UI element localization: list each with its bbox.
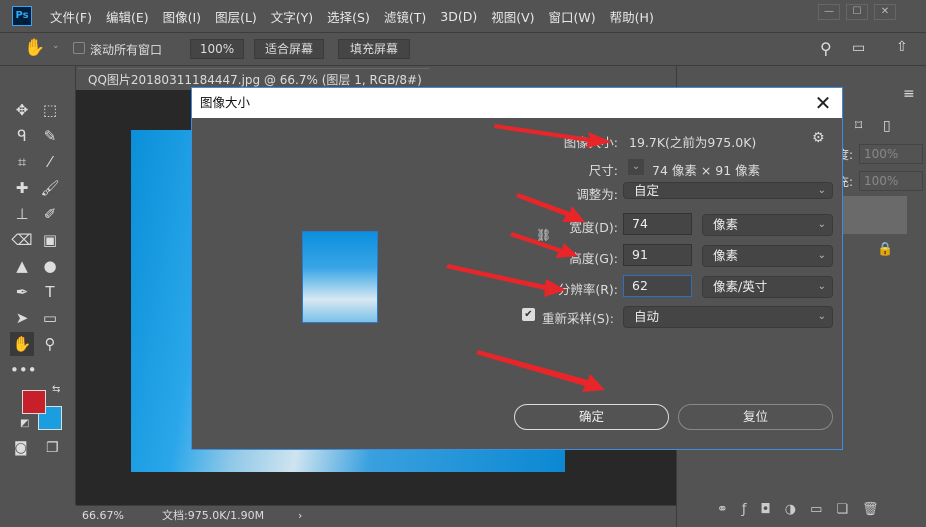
arrow-ok bbox=[476, 350, 605, 392]
arrow-width bbox=[516, 193, 585, 222]
annotation-arrows bbox=[446, 124, 612, 392]
arrow-height bbox=[510, 232, 578, 258]
arrow-resolution bbox=[446, 264, 566, 297]
arrow-image-size bbox=[494, 124, 612, 148]
